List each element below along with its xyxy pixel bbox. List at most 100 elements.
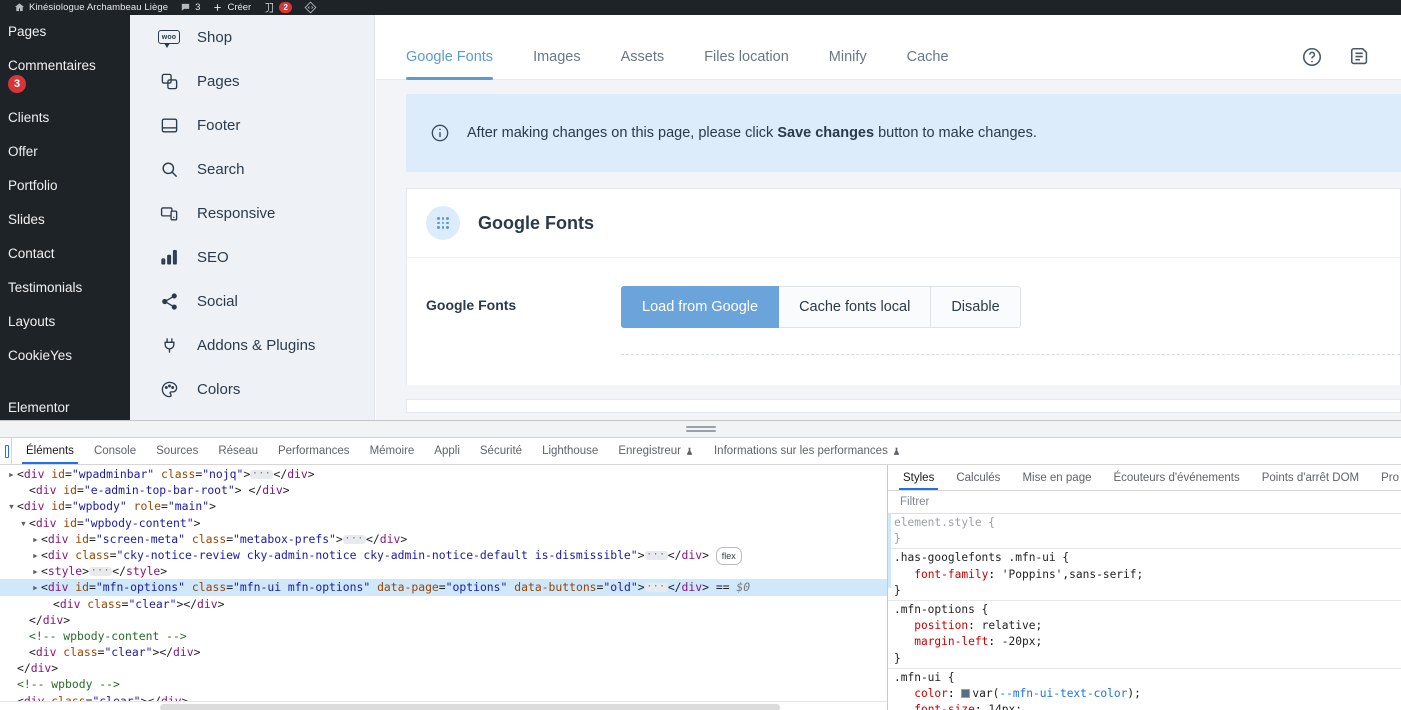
sidebar-item-cookieyes[interactable]: CookieYes bbox=[0, 339, 130, 373]
styles-tab-layout[interactable]: Mise en page bbox=[1011, 465, 1102, 490]
admin-bar-new-content[interactable]: Créer bbox=[206, 0, 257, 15]
sidebar-item-testimonials[interactable]: Testimonials bbox=[0, 271, 130, 305]
button-cache-fonts-local[interactable]: Cache fonts local bbox=[779, 286, 932, 328]
tab-label: Files location bbox=[704, 49, 789, 65]
sidebar-item-pages[interactable]: Pages bbox=[0, 15, 130, 49]
styles-tab-event-listeners[interactable]: Écouteurs d'événements bbox=[1102, 465, 1250, 490]
sidebar-item-contact[interactable]: Contact bbox=[0, 237, 130, 271]
tab-google-fonts[interactable]: Google Fonts bbox=[406, 49, 494, 80]
button-disable[interactable]: Disable bbox=[931, 286, 1021, 328]
tab-minify[interactable]: Minify bbox=[829, 49, 867, 79]
sidebar-item-offer[interactable]: Offer bbox=[0, 135, 130, 169]
devtools-tab-application[interactable]: Appli bbox=[424, 438, 470, 464]
tab-assets[interactable]: Assets bbox=[621, 49, 665, 79]
dom-tree-line[interactable]: ▾ <div id="wpbody" role="main"> bbox=[0, 498, 887, 514]
dom-tree-line[interactable]: </div> bbox=[0, 660, 887, 676]
button-load-from-google[interactable]: Load from Google bbox=[621, 286, 780, 328]
nav-item-seo[interactable]: SEO bbox=[130, 235, 374, 279]
dom-tree-pane[interactable]: ▸ <div id="wpadminbar" class="nojq"> ··· </… bbox=[0, 465, 888, 710]
nav-item-label: Colors bbox=[197, 380, 241, 398]
style-rule[interactable]: .mfn-options { position: relative; margi… bbox=[888, 601, 1401, 669]
style-rule[interactable]: .mfn-ui { color: var(--mfn-ui-text-color… bbox=[888, 669, 1401, 710]
dom-tree-line[interactable]: <div class="clear"></div> bbox=[0, 596, 887, 612]
devtools-panel: Éléments Console Sources Réseau Performa… bbox=[0, 420, 1401, 710]
dom-tree-line[interactable]: ▸ <div class="cky-notice-review cky-admin… bbox=[0, 546, 887, 566]
sidebar-item-layouts[interactable]: Layouts bbox=[0, 305, 130, 339]
nav-item-label: Footer bbox=[197, 116, 241, 134]
notice-text-after: button to make changes. bbox=[874, 125, 1037, 141]
dom-tree-line[interactable]: </div> bbox=[0, 612, 887, 628]
devtools-tab-performance-insights[interactable]: Informations sur les performances bbox=[704, 438, 911, 464]
devtools-tab-recorder[interactable]: Enregistreur bbox=[608, 438, 704, 464]
main-body: After making changes on this page, pleas… bbox=[376, 80, 1401, 413]
sidebar-item-clients[interactable]: Clients bbox=[0, 101, 130, 135]
devtools-tab-performance[interactable]: Performances bbox=[268, 438, 360, 464]
dom-tree-line[interactable]: ▸ <div id="screen-meta" class="metabox-pr… bbox=[0, 531, 887, 547]
dom-tree-line[interactable]: <div id="e-admin-top-bar-root"> </div> bbox=[0, 482, 887, 498]
card-header: Google Fonts bbox=[407, 189, 1400, 258]
devtools-tab-network[interactable]: Réseau bbox=[208, 438, 268, 464]
help-circle-icon[interactable] bbox=[1301, 46, 1323, 68]
devtools-tab-security[interactable]: Sécurité bbox=[470, 438, 532, 464]
nav-item-addons-plugins[interactable]: Addons & Plugins bbox=[130, 323, 374, 367]
sidebar-item-commentaires[interactable]: Commentaires 3 bbox=[0, 49, 130, 93]
sidebar-item-label: Elementor bbox=[8, 400, 70, 415]
theme-options-nav[interactable]: woo Shop Pages Footer Search Responsive … bbox=[130, 15, 375, 420]
sidebar-item-elementor[interactable]: Elementor bbox=[0, 391, 130, 420]
tab-files-location[interactable]: Files location bbox=[704, 49, 789, 79]
style-rule-close: } bbox=[894, 583, 901, 597]
pages-copy-icon bbox=[158, 70, 180, 92]
main-tab-bar: Google Fonts Images Assets Files locatio… bbox=[376, 15, 1401, 80]
dom-tree-line[interactable]: ▸ <div id="mfn-options" class="mfn-ui mfn… bbox=[0, 579, 887, 596]
devtools-tab-memory[interactable]: Mémoire bbox=[360, 438, 425, 464]
admin-bar-site-link[interactable]: Kinésiologue Archambeau Liège bbox=[0, 0, 174, 15]
tab-cache[interactable]: Cache bbox=[907, 49, 949, 79]
styles-selection-marker bbox=[888, 514, 891, 588]
devtools-resize-handle[interactable] bbox=[0, 421, 1401, 438]
dom-tree-line[interactable]: <!-- wpbody --> bbox=[0, 676, 887, 692]
dom-tree-line[interactable]: <!-- wpbody-content --> bbox=[0, 628, 887, 644]
styles-tab-styles[interactable]: Styles bbox=[892, 465, 945, 490]
nav-item-responsive[interactable]: Responsive bbox=[130, 191, 374, 235]
styles-tab-properties[interactable]: Pro bbox=[1370, 465, 1401, 490]
documentation-notes-icon[interactable] bbox=[1349, 46, 1371, 68]
style-declaration[interactable]: font-size: 14px; bbox=[894, 702, 1401, 710]
devtools-tab-console[interactable]: Console bbox=[84, 438, 146, 464]
devtools-tab-sources[interactable]: Sources bbox=[146, 438, 208, 464]
nav-item-label: Social bbox=[197, 292, 238, 310]
styles-tab-dom-breakpoints[interactable]: Points d'arrêt DOM bbox=[1251, 465, 1370, 490]
nav-item-footer[interactable]: Footer bbox=[130, 103, 374, 147]
google-fonts-button-group[interactable]: Load from Google Cache fonts local Disab… bbox=[621, 286, 1021, 328]
dom-tree-horizontal-scrollbar[interactable] bbox=[0, 701, 887, 710]
dom-tree-line[interactable]: ▸ <div id="wpadminbar" class="nojq"> ··· </… bbox=[0, 466, 887, 482]
style-declaration[interactable]: margin-left: -20px; bbox=[894, 634, 1401, 650]
dom-tree-line[interactable]: <div class="clear"></div> bbox=[0, 644, 887, 660]
devtools-tab-lighthouse[interactable]: Lighthouse bbox=[532, 438, 608, 464]
comment-bubble-icon bbox=[180, 2, 191, 13]
nav-item-pages[interactable]: Pages bbox=[130, 59, 374, 103]
admin-bar-plugin-extra[interactable] bbox=[298, 0, 323, 15]
admin-bar-comments[interactable]: 3 bbox=[174, 0, 206, 15]
dom-tree-line[interactable]: ▸ <style> ··· </style> bbox=[0, 563, 887, 579]
card-title: Google Fonts bbox=[478, 212, 594, 233]
styles-filter-input[interactable]: Filtrer bbox=[888, 491, 1401, 514]
tab-images[interactable]: Images bbox=[533, 49, 581, 79]
admin-bar-yoast[interactable]: 2 bbox=[257, 0, 298, 15]
nav-item-shop[interactable]: woo Shop bbox=[130, 15, 374, 59]
drag-dots-icon[interactable] bbox=[426, 206, 460, 240]
style-rule[interactable]: .has-googlefonts .mfn-ui { font-family: … bbox=[888, 549, 1401, 602]
style-declaration[interactable]: position: relative; bbox=[894, 618, 1401, 634]
styles-tab-computed[interactable]: Calculés bbox=[945, 465, 1011, 490]
inspect-element-icon[interactable] bbox=[2, 438, 12, 464]
sidebar-item-portfolio[interactable]: Portfolio bbox=[0, 169, 130, 203]
nav-item-colors[interactable]: Colors bbox=[130, 367, 374, 411]
nav-item-social[interactable]: Social bbox=[130, 279, 374, 323]
sidebar-item-slides[interactable]: Slides bbox=[0, 203, 130, 237]
style-declaration[interactable]: color: var(--mfn-ui-text-color); bbox=[894, 686, 1401, 702]
nav-item-search[interactable]: Search bbox=[130, 147, 374, 191]
style-declaration[interactable]: font-family: 'Poppins',sans-serif; bbox=[894, 567, 1401, 583]
style-rule[interactable]: element.style {} bbox=[888, 514, 1401, 550]
dom-tree-line[interactable]: ▾ <div id="wpbody-content"> bbox=[0, 515, 887, 531]
devtools-tab-elements[interactable]: Éléments bbox=[16, 438, 84, 464]
wp-admin-sidebar[interactable]: Pages Commentaires 3 Clients Offer Portf… bbox=[0, 15, 130, 420]
